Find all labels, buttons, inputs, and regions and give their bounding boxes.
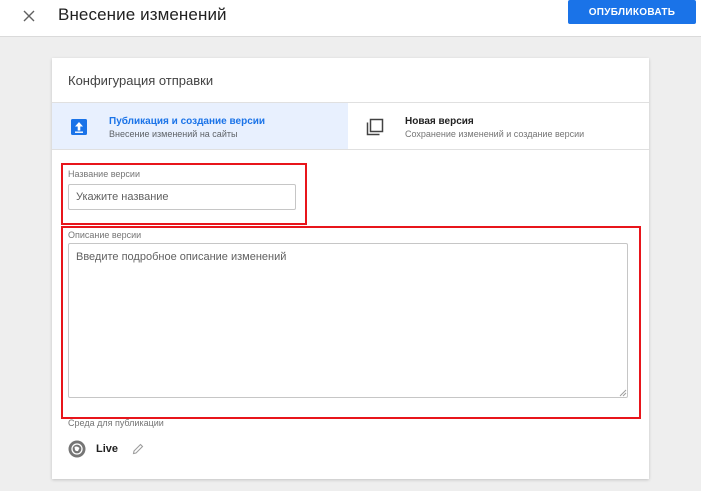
new-version-icon: [366, 118, 384, 136]
pencil-icon[interactable]: [132, 443, 144, 455]
close-icon: [23, 10, 35, 22]
option-publish-and-create-version[interactable]: Публикация и создание версии Внесение из…: [52, 103, 348, 149]
environment-icon: [68, 440, 86, 458]
top-bar: Внесение изменений ОПУБЛИКОВАТЬ: [0, 0, 701, 37]
environment-value: Live: [96, 443, 119, 455]
close-button[interactable]: [16, 3, 42, 29]
resize-grip-icon[interactable]: [619, 389, 627, 397]
version-name-input[interactable]: [68, 184, 296, 210]
option-title: Публикация и создание версии: [109, 116, 266, 127]
submission-options: Публикация и создание версии Внесение из…: [52, 102, 649, 150]
option-new-version[interactable]: Новая версия Сохранение изменений и созд…: [348, 103, 649, 149]
version-description-textarea[interactable]: [68, 243, 628, 398]
option-title: Новая версия: [405, 116, 474, 127]
environment-row: Live: [68, 439, 144, 459]
version-description-label: Описание версии: [68, 230, 142, 240]
publish-button[interactable]: ОПУБЛИКОВАТЬ: [568, 0, 696, 24]
card-title: Конфигурация отправки: [68, 73, 214, 88]
submission-config-card: Конфигурация отправки Публикация и созда…: [52, 58, 649, 479]
option-subtitle: Сохранение изменений и создание версии: [405, 129, 585, 139]
publish-icon: [71, 119, 87, 135]
page-title: Внесение изменений: [58, 5, 227, 24]
version-name-label: Название версии: [68, 169, 140, 179]
environment-label: Среда для публикации: [68, 418, 164, 428]
option-subtitle: Внесение изменений на сайты: [109, 129, 238, 139]
